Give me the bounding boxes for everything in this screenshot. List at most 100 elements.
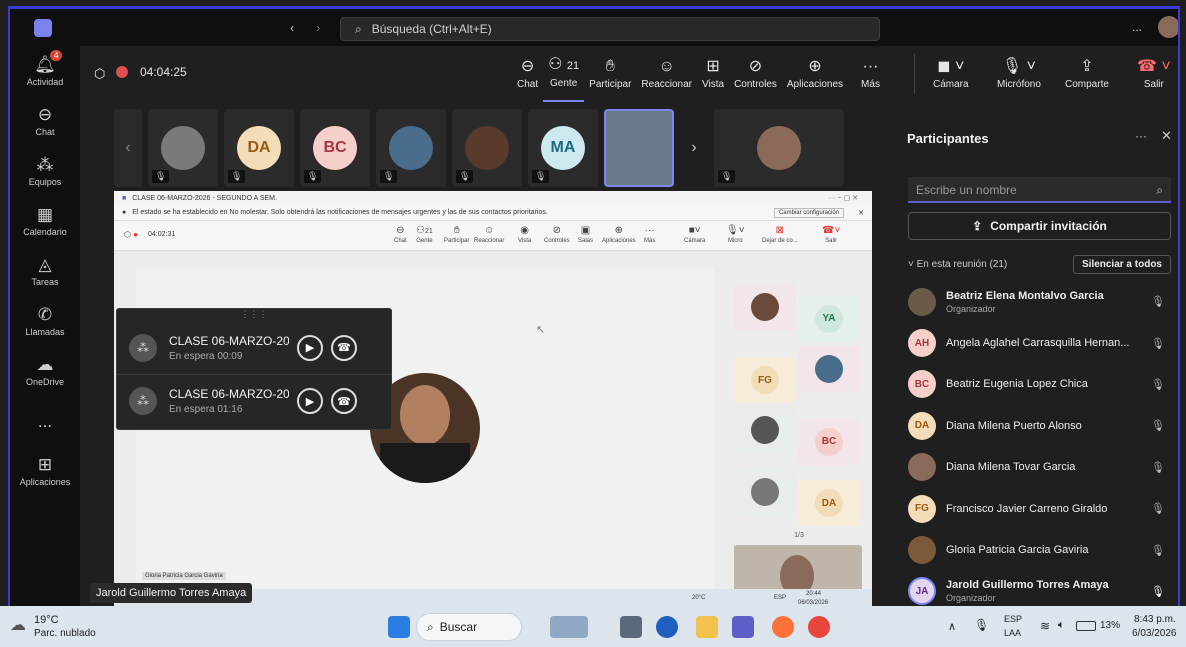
video-tile[interactable]: 🎙︎ (148, 109, 218, 187)
chrome-icon[interactable] (808, 616, 830, 638)
strip-next-button[interactable]: › (680, 109, 708, 187)
rail-item-apps[interactable]: ⊞ Aplicaciones (10, 446, 80, 496)
user-avatar[interactable] (1158, 16, 1178, 38)
participant-row[interactable]: JA Jarold Guillermo Torres Amaya Organizad… (908, 571, 1171, 606)
participant-row[interactable]: Beatriz Elena Montalvo Garcia Organizador… (908, 281, 1171, 322)
clock-time[interactable]: 8:43 p.m. (1134, 614, 1176, 625)
section-toggle[interactable]: ˅ En esta reunión (21) (908, 259, 1007, 270)
back-arrow-icon[interactable]: ‹ (290, 20, 294, 35)
participant-row[interactable]: BC Beatriz Eugenia Lopez Chica 🎙︎ (908, 364, 1171, 405)
strip-prev-button[interactable]: ‹ (114, 109, 142, 187)
share-invite-button[interactable]: ⇪ Compartir invitación (908, 212, 1171, 240)
inner-pager: 1/3 (794, 532, 804, 539)
mic-tray-icon[interactable]: 🎙︎ (974, 618, 989, 632)
button-label: Reaccionar (641, 78, 693, 90)
share-button[interactable]: ⇪ Comparte (1060, 46, 1114, 102)
rail-item-calls[interactable]: ✆ Llamadas (10, 296, 80, 346)
participant-name: Diana Milena Tovar Garcia (946, 461, 1076, 474)
search-input[interactable]: Búsqueda (Ctrl+Alt+E) (372, 22, 492, 36)
rooms-icon: ▣ (580, 225, 591, 236)
more-options-icon[interactable]: ... (1132, 20, 1142, 34)
more-button[interactable]: ··· Más (856, 46, 885, 102)
video-tile[interactable]: BC 🎙︎ (300, 109, 370, 187)
controls-icon: ⊘ (552, 225, 562, 236)
search-bar[interactable]: ⌕ Búsqueda (Ctrl+Alt+E) (340, 17, 880, 41)
teams-icon: ⁂ (36, 154, 54, 174)
video-tile[interactable]: 🎙︎ (452, 109, 522, 187)
inner-timer: 04:02:31 (148, 231, 176, 238)
panel-more-icon[interactable]: ··· (1135, 129, 1147, 143)
camera-button[interactable]: ◼ ˅ Cámara (928, 46, 974, 102)
volume-icon[interactable]: 🔈︎ (1058, 619, 1065, 632)
video-tile-active-speaker[interactable] (604, 109, 674, 187)
firefox-icon[interactable] (772, 616, 794, 638)
taskbar-search[interactable]: ⌕ Buscar (416, 613, 522, 641)
rail-item-chat[interactable]: ⊖ Chat (10, 96, 80, 146)
avatar (815, 354, 843, 383)
video-tile[interactable]: 🎙︎ (714, 109, 844, 187)
close-icon[interactable]: ✕ (858, 209, 864, 217)
participant-row[interactable]: FG Francisco Javier Carreno Giraldo 🎙︎ (908, 488, 1171, 529)
rail-item-calendar[interactable]: ▦ Calendario (10, 196, 80, 246)
clock-date[interactable]: 6/03/2026 (1132, 628, 1177, 639)
inner-label: Participar (444, 238, 470, 244)
participant-row[interactable]: AH Angela Aglahel Carrasquilla Hernan... 🎙… (908, 322, 1171, 363)
battery-icon[interactable] (1076, 621, 1096, 631)
participant-row[interactable]: Diana Milena Tovar Garcia 🎙︎ (908, 447, 1171, 488)
info-icon: ● (122, 209, 127, 216)
avatar (908, 287, 936, 316)
view-button[interactable]: ⊞ Vista (697, 46, 729, 102)
close-icon[interactable]: ✕ (1161, 128, 1172, 144)
inner-more-button: ··· Más (644, 225, 655, 244)
forward-arrow-icon[interactable]: › (316, 20, 320, 35)
react-button[interactable]: ☺ Reaccionar (636, 46, 697, 102)
avatar: BC (908, 370, 936, 399)
change-config-button[interactable]: Cambiar configuración (773, 207, 844, 218)
wifi-icon[interactable]: ≋ (1040, 619, 1050, 633)
mute-all-button[interactable]: Silenciar a todos (1072, 254, 1171, 274)
leave-button[interactable]: ☎ ˅ Salir (1132, 46, 1176, 102)
rail-item-onedrive[interactable]: ☁ OneDrive (10, 346, 80, 396)
mic-button[interactable]: 🎙︎ ˅ Micrófono (992, 46, 1046, 102)
avatar: JA (908, 577, 936, 606)
video-tile[interactable]: MA 🎙︎ (528, 109, 598, 187)
taskbar-app-icon[interactable] (550, 616, 588, 638)
tray-chevron-icon[interactable]: ∧ (948, 620, 956, 633)
resume-button[interactable]: ▶ (297, 388, 323, 414)
apps-button[interactable]: ⊕ Aplicaciones (782, 46, 848, 102)
language-indicator[interactable]: ESP (1004, 614, 1022, 624)
participant-row[interactable]: Gloria Patricia Garcia Gaviria 🎙︎ (908, 529, 1171, 570)
resume-button[interactable]: ▶ (297, 334, 323, 361)
controls-button[interactable]: ⊘ Controles (729, 46, 782, 102)
taskbar-app-icon[interactable] (620, 616, 642, 638)
participant-search-input[interactable]: Escribe un nombre ⌕ (908, 177, 1171, 203)
rail-item-teams[interactable]: ⁂ Equipos (10, 146, 80, 196)
drag-handle[interactable]: ⋮⋮⋮ (117, 309, 391, 321)
windows-start-icon[interactable] (388, 616, 410, 638)
panel-title: Participantes (907, 131, 989, 146)
hang-up-icon: ☎ ˅ (1137, 57, 1171, 75)
end-call-button[interactable]: ☎ (331, 388, 357, 414)
participant-row[interactable]: DA Diana Milena Puerto Alonso 🎙︎ (908, 405, 1171, 446)
rail-item-tasks[interactable]: ◬ Tareas (10, 246, 80, 296)
more-icon: ··· (644, 225, 655, 236)
video-tile[interactable]: 🎙︎ (376, 109, 446, 187)
rail-item-more[interactable]: ... (10, 396, 80, 446)
keyboard-layout[interactable]: LAA (1004, 628, 1021, 638)
rail-item-activity[interactable]: 🔔︎ 4 Actividad (10, 46, 80, 96)
raise-hand-button[interactable]: ✋︎ Participar (584, 46, 636, 102)
teams-window: ‹ › ⌕ Búsqueda (Ctrl+Alt+E) ... 🔔︎ 4 Act… (8, 6, 1180, 606)
video-tile[interactable]: DA 🎙︎ (224, 109, 294, 187)
participant-name: Jarold Guillermo Torres Amaya (946, 579, 1109, 592)
file-explorer-icon[interactable] (696, 616, 718, 638)
emoji-icon: ☺ (484, 225, 495, 236)
chat-button[interactable]: ⊖ Chat (512, 46, 543, 102)
end-call-button[interactable]: ☎ (331, 334, 357, 361)
avatar (389, 126, 433, 170)
people-button[interactable]: ⚇ 21 Gente (543, 46, 585, 102)
hp-icon[interactable] (656, 616, 678, 638)
inner-label: Micro (727, 238, 743, 244)
teams-taskbar-icon[interactable] (732, 616, 754, 638)
cloud-icon: ☁ (36, 354, 54, 374)
teams-logo-icon[interactable] (34, 19, 52, 37)
